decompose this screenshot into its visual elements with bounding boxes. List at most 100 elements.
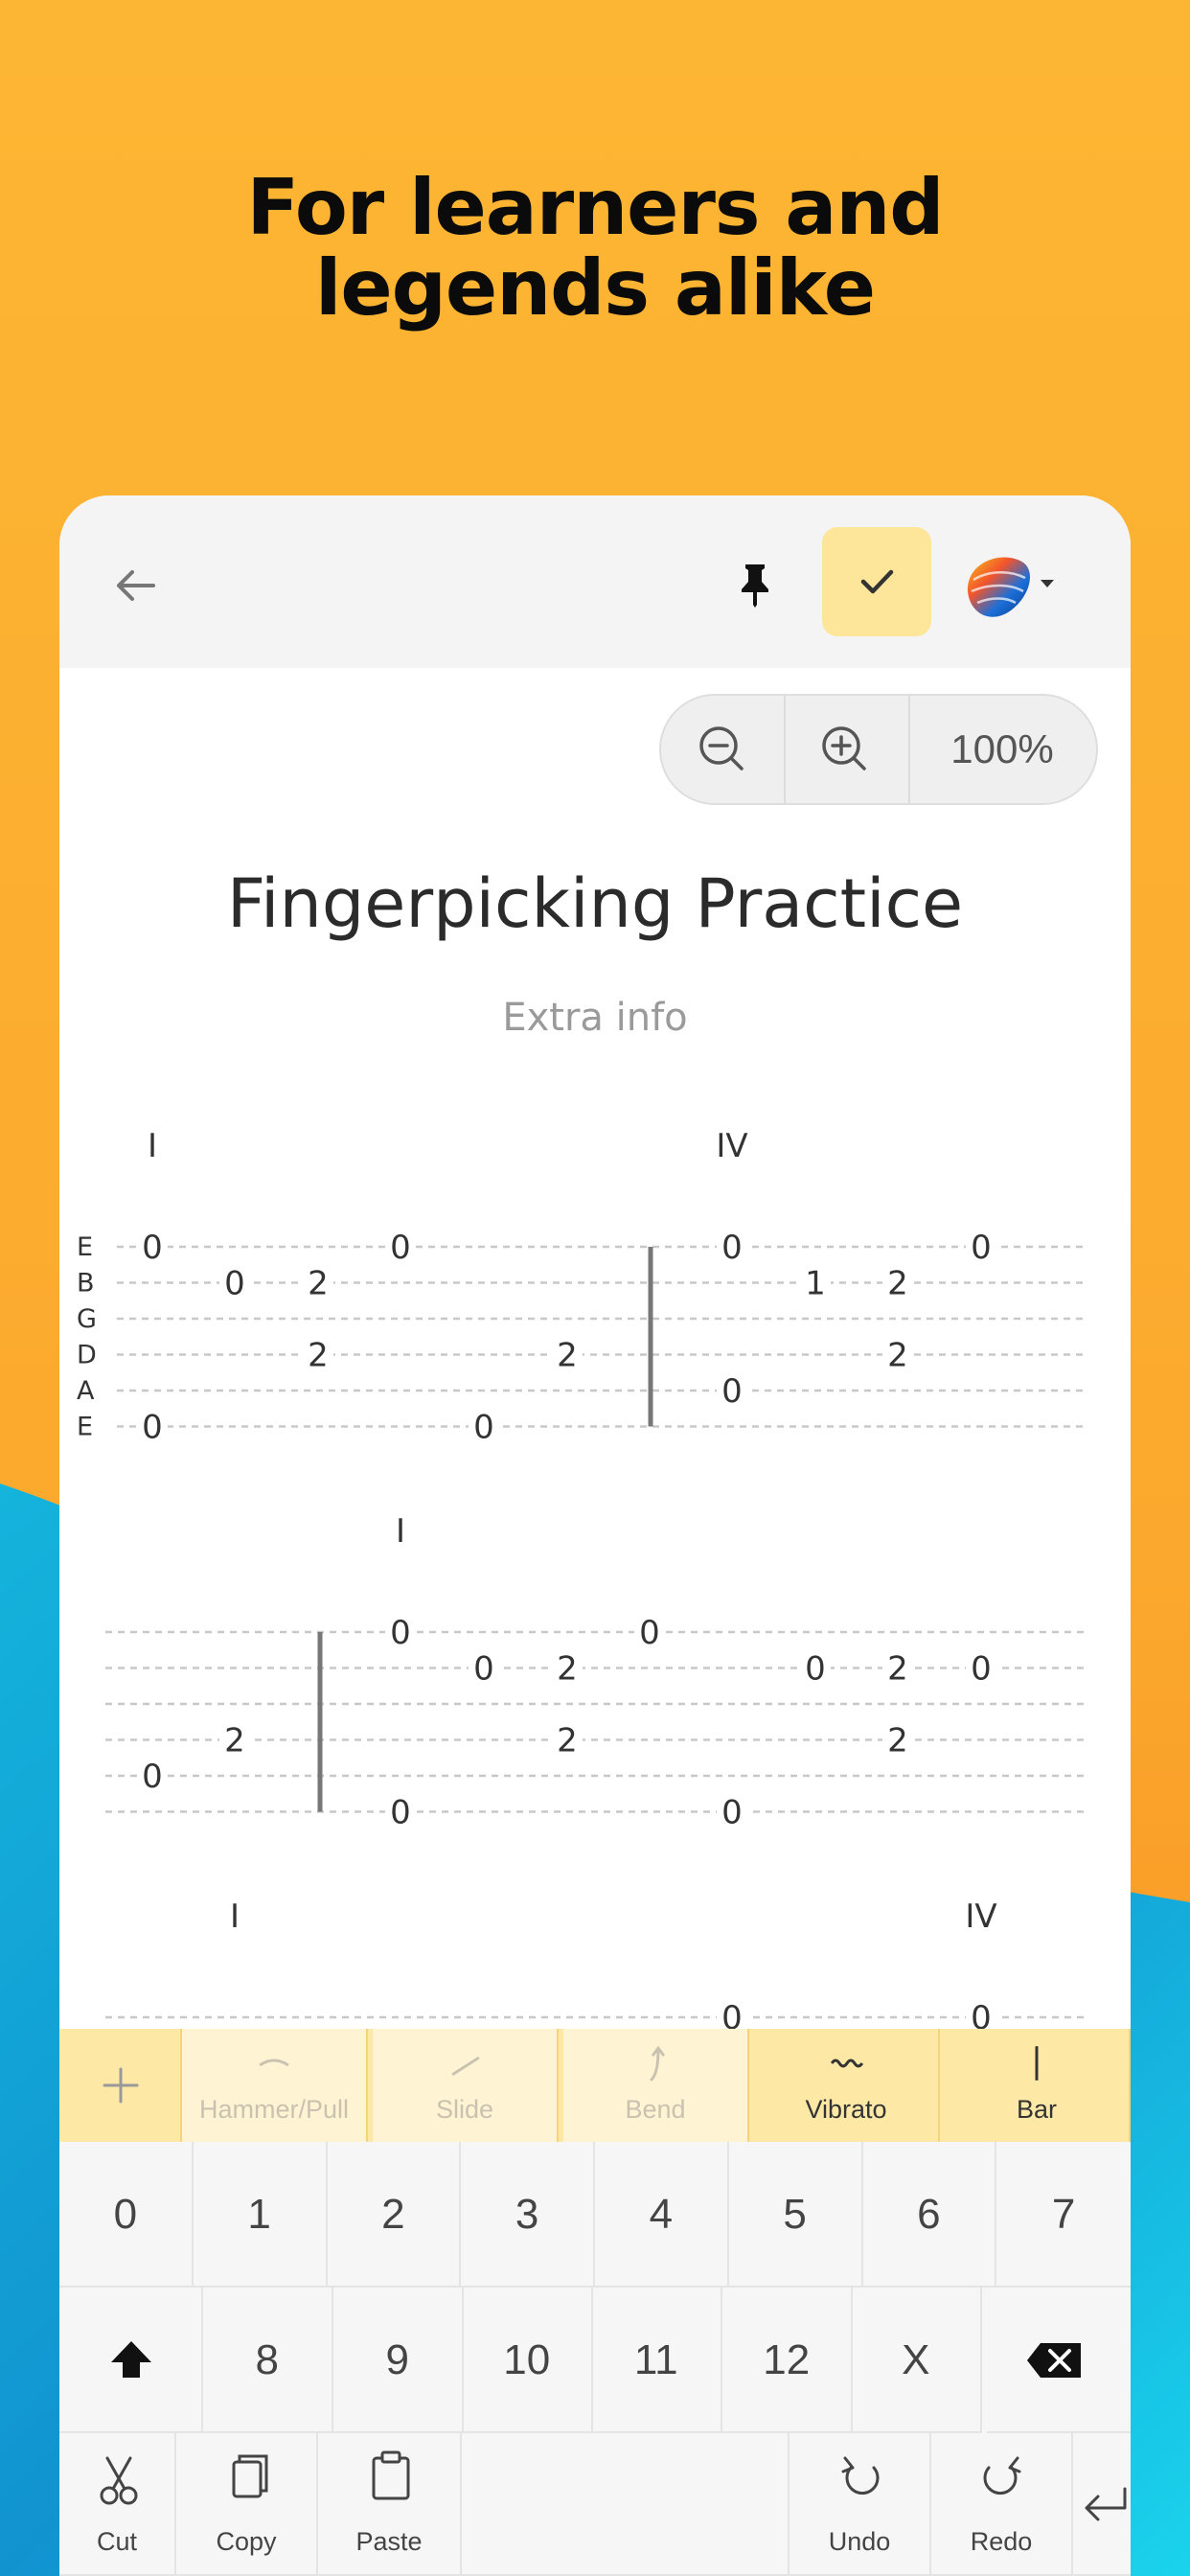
tab-note[interactable]: 0 [142, 1758, 163, 1796]
tab-note[interactable]: 0 [142, 1409, 163, 1447]
chord-numeral-label: I [148, 1127, 157, 1165]
enter-key[interactable] [1073, 2433, 1131, 2576]
vibrato-icon [830, 2058, 864, 2068]
empty-key [462, 2433, 790, 2576]
fret-key-1[interactable]: 1 [193, 2142, 328, 2288]
fret-key-2[interactable]: 2 [327, 2142, 462, 2288]
copy-label: Copy [216, 2527, 277, 2556]
technique-label: Vibrato [805, 2095, 887, 2124]
tab-note[interactable]: 2 [224, 1722, 245, 1760]
tab-note[interactable]: 0 [473, 1409, 494, 1447]
copy-icon [232, 2454, 268, 2498]
fret-key-x[interactable]: X [852, 2288, 982, 2433]
redo-button[interactable]: Redo [931, 2433, 1073, 2576]
technique-toolbar: Hammer/Pull Slide Bend Vibrato Bar [59, 2029, 1131, 2142]
backspace-icon [1027, 2343, 1081, 2378]
string-name-label: E [77, 1413, 93, 1442]
tab-note[interactable]: 2 [308, 1337, 329, 1375]
tab-note[interactable]: 0 [390, 1614, 411, 1652]
technique-label: Slide [435, 2095, 494, 2124]
fret-key-5[interactable]: 5 [728, 2142, 863, 2288]
bar-line-icon [1035, 2046, 1039, 2081]
fret-key-4[interactable]: 4 [595, 2142, 729, 2288]
fret-keypad: 01234567 8 9 10 11 12 X Cut Copy Paste U… [59, 2142, 1131, 2576]
technique-vibrato-button[interactable]: Vibrato [754, 2029, 940, 2142]
chord-numeral-label: I [230, 1898, 240, 1936]
undo-icon [841, 2456, 880, 2496]
hammer-pull-icon [259, 2058, 289, 2067]
slide-icon [451, 2056, 480, 2077]
tab-note[interactable]: 2 [887, 1337, 908, 1375]
cut-label: Cut [96, 2527, 138, 2556]
fret-key-6[interactable]: 6 [862, 2142, 997, 2288]
chord-numeral-label: IV [716, 1127, 747, 1165]
tab-note[interactable]: 1 [805, 1265, 826, 1303]
technique-label: Bar [1016, 2095, 1058, 2124]
tab-note[interactable]: 0 [390, 1794, 411, 1832]
headline: For learners and legends alike [0, 168, 1190, 329]
tab-note[interactable]: 0 [639, 1614, 660, 1652]
tab-note[interactable]: 0 [721, 1794, 743, 1832]
technique-label: Hammer/Pull [198, 2095, 350, 2124]
tab-note[interactable]: 2 [887, 1722, 908, 1760]
app-screen: 100% Fingerpicking Practice Extra info E… [59, 495, 1131, 2576]
fret-key-8[interactable]: 8 [203, 2288, 333, 2433]
tablature[interactable]: EBGDAEI IV000 22002001 220I02000 22000 220I IV… [59, 495, 1131, 2029]
tab-note[interactable]: 2 [308, 1265, 329, 1303]
technique-slide-button[interactable]: Slide [373, 2029, 559, 2142]
tab-note[interactable]: 2 [887, 1650, 908, 1689]
clipboard-icon [372, 2450, 410, 2500]
fret-key-11[interactable]: 11 [592, 2288, 722, 2433]
scissors-icon [100, 2456, 138, 2505]
add-button[interactable] [59, 2029, 182, 2142]
fret-key-10[interactable]: 10 [463, 2288, 593, 2433]
cut-button[interactable]: Cut [59, 2433, 176, 2576]
technique-label: Bend [625, 2095, 686, 2124]
tab-note[interactable]: 0 [721, 1229, 743, 1267]
tab-note[interactable]: 2 [887, 1265, 908, 1303]
plus-icon [103, 2067, 139, 2104]
tab-note[interactable]: 0 [473, 1650, 494, 1689]
redo-label: Redo [970, 2527, 1033, 2556]
headline-line-2: legends alike [314, 243, 876, 333]
technique-bend-button[interactable]: Bend [563, 2029, 749, 2142]
chord-numeral-label: IV [965, 1898, 996, 1936]
copy-button[interactable]: Copy [176, 2433, 318, 2576]
bend-icon [650, 2045, 666, 2082]
paste-button[interactable]: Paste [318, 2433, 462, 2576]
tab-note[interactable]: 0 [390, 1229, 411, 1267]
string-name-label: D [77, 1341, 97, 1370]
technique-bar-button[interactable]: Bar [945, 2029, 1131, 2142]
tab-note[interactable]: 2 [557, 1650, 578, 1689]
string-name-label: E [77, 1232, 93, 1262]
backspace-key[interactable] [987, 2288, 1131, 2433]
tab-note[interactable]: 0 [721, 1372, 743, 1411]
undo-label: Undo [828, 2527, 891, 2556]
fret-key-3[interactable]: 3 [461, 2142, 595, 2288]
undo-button[interactable]: Undo [790, 2433, 931, 2576]
fret-key-9[interactable]: 9 [333, 2288, 464, 2433]
tab-note[interactable]: 0 [721, 1999, 743, 2029]
string-name-label: G [77, 1304, 97, 1334]
string-name-label: B [77, 1269, 95, 1299]
redo-icon [983, 2456, 1021, 2496]
tab-note[interactable]: 0 [971, 1229, 992, 1267]
technique-hammer-pull-button[interactable]: Hammer/Pull [182, 2029, 368, 2142]
tab-note[interactable]: 2 [557, 1337, 578, 1375]
enter-return-icon [1085, 2487, 1127, 2521]
headline-line-1: For learners and [246, 163, 944, 252]
tab-note[interactable]: 0 [805, 1650, 826, 1689]
tab-note[interactable]: 0 [142, 1229, 163, 1267]
fret-key-0[interactable]: 0 [59, 2142, 194, 2288]
shift-up-icon [111, 2341, 151, 2378]
fret-key-12[interactable]: 12 [722, 2288, 853, 2433]
tab-note[interactable]: 0 [224, 1265, 245, 1303]
paste-label: Paste [355, 2527, 423, 2556]
shift-key[interactable] [59, 2288, 203, 2433]
tab-note[interactable]: 2 [557, 1722, 578, 1760]
tab-note[interactable]: 0 [971, 1650, 992, 1689]
tab-note[interactable]: 0 [971, 1999, 992, 2029]
string-name-label: A [77, 1376, 95, 1406]
chord-numeral-label: I [396, 1512, 405, 1551]
fret-key-7[interactable]: 7 [996, 2142, 1131, 2288]
